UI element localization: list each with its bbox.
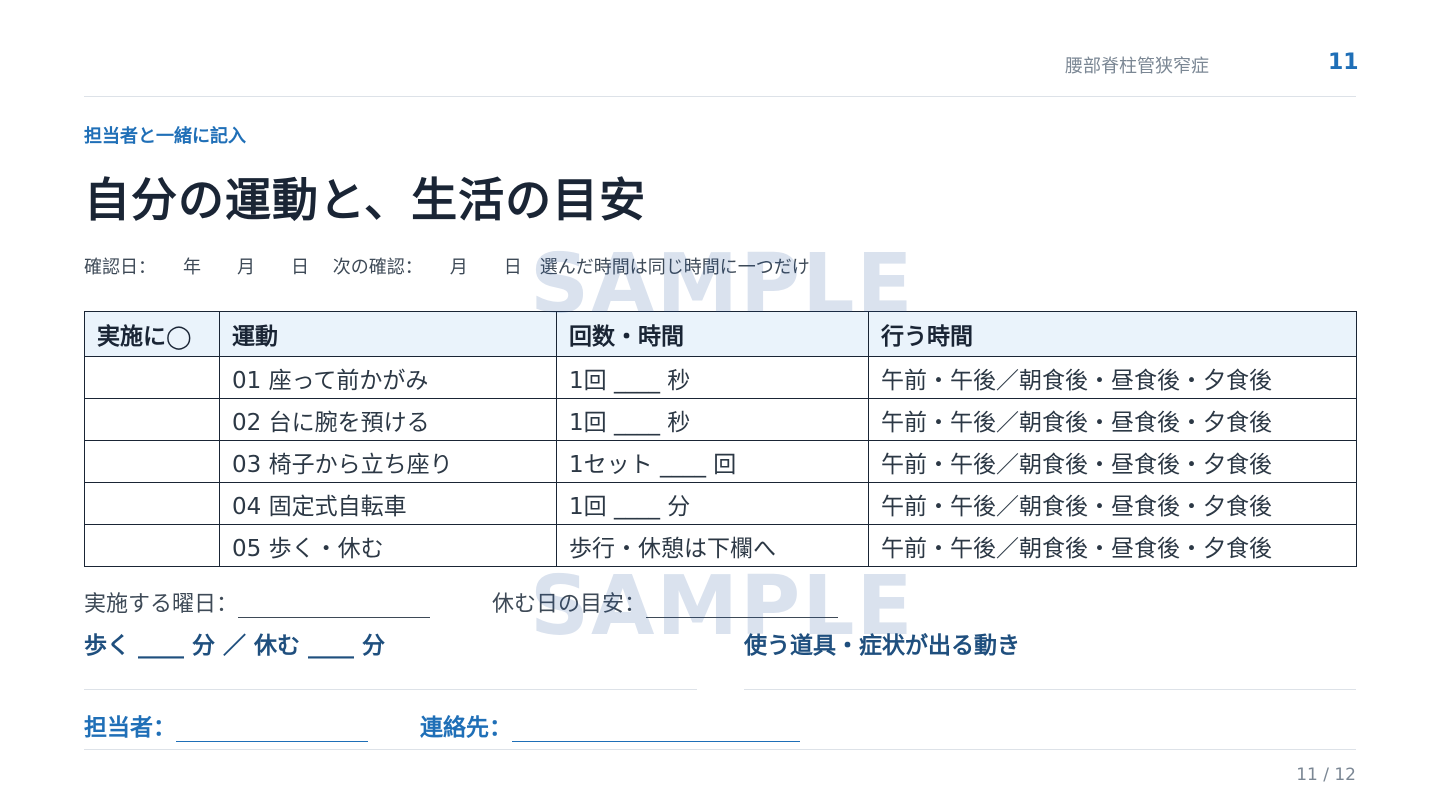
done-check-cell[interactable] bbox=[84, 524, 220, 567]
table-row: 05 歩く・休む 歩行・休憩は下欄へ 午前・午後／朝食後・昼食後・夕食後 bbox=[84, 524, 1357, 567]
count-time-cell[interactable]: 1回 ____ 秒 bbox=[556, 356, 869, 399]
timing-cell[interactable]: 午前・午後／朝食後・昼食後・夕食後 bbox=[868, 398, 1357, 441]
walk-rest-prompt: 歩く ____ 分 ／ 休む ____ 分 bbox=[84, 633, 386, 659]
rest-day-blank[interactable] bbox=[646, 593, 839, 618]
exercise-cell: 02 台に腕を預ける bbox=[219, 398, 557, 441]
exercise-cell: 01 座って前かがみ bbox=[219, 356, 557, 399]
staff-blank[interactable] bbox=[176, 715, 368, 742]
column-header-count-time: 回数・時間 bbox=[556, 311, 869, 357]
done-check-cell[interactable] bbox=[84, 482, 220, 525]
timing-cell[interactable]: 午前・午後／朝食後・昼食後・夕食後 bbox=[868, 356, 1357, 399]
exercise-cell: 04 固定式自転車 bbox=[219, 482, 557, 525]
table-row: 04 固定式自転車 1回 ____ 分 午前・午後／朝食後・昼食後・夕食後 bbox=[84, 482, 1357, 525]
page-title: 自分の運動と、生活の目安 bbox=[84, 173, 647, 227]
count-time-cell[interactable]: 1回 ____ 分 bbox=[556, 482, 869, 525]
tools-symptoms-prompt: 使う道具・症状が出る動き bbox=[744, 633, 1020, 659]
count-time-cell[interactable]: 1回 ____ 秒 bbox=[556, 398, 869, 441]
table-header-row: 実施に◯ 運動 回数・時間 行う時間 bbox=[84, 311, 1357, 357]
weekdays-blank[interactable] bbox=[238, 593, 431, 618]
column-header-timing: 行う時間 bbox=[868, 311, 1357, 357]
table-row: 02 台に腕を預ける 1回 ____ 秒 午前・午後／朝食後・昼食後・夕食後 bbox=[84, 398, 1357, 441]
pagination: 11 / 12 bbox=[1296, 765, 1356, 785]
done-check-cell[interactable] bbox=[84, 440, 220, 483]
header-divider bbox=[84, 96, 1356, 97]
weekdays-label: 実施する曜日： bbox=[84, 592, 239, 617]
done-check-cell[interactable] bbox=[84, 398, 220, 441]
page-number: 11 bbox=[1328, 50, 1359, 75]
weekdays-field: 実施する曜日： bbox=[84, 586, 431, 618]
contact-blank[interactable] bbox=[512, 715, 800, 742]
timing-cell[interactable]: 午前・午後／朝食後・昼食後・夕食後 bbox=[868, 482, 1357, 525]
staff-field: 担当者： bbox=[84, 708, 368, 742]
exercise-cell: 03 椅子から立ち座り bbox=[219, 440, 557, 483]
tools-answer-line[interactable] bbox=[744, 689, 1356, 690]
done-check-cell[interactable] bbox=[84, 356, 220, 399]
rest-day-field: 休む日の目安： bbox=[492, 586, 839, 618]
eyebrow-label: 担当者と一緒に記入 bbox=[84, 126, 246, 147]
table-row: 01 座って前かがみ 1回 ____ 秒 午前・午後／朝食後・昼食後・夕食後 bbox=[84, 356, 1357, 399]
count-time-cell[interactable]: 1セット ____ 回 bbox=[556, 440, 869, 483]
confirmation-date-line: 確認日： 年 月 日 次の確認： 月 日 選んだ時間は同じ時間に一つだけ bbox=[84, 257, 810, 278]
table-row: 03 椅子から立ち座り 1セット ____ 回 午前・午後／朝食後・昼食後・夕食… bbox=[84, 440, 1357, 483]
walk-rest-answer-line[interactable] bbox=[84, 689, 697, 690]
document-topic: 腰部脊柱管狭窄症 bbox=[1065, 56, 1209, 77]
exercise-cell: 05 歩く・休む bbox=[219, 524, 557, 567]
column-header-exercise: 運動 bbox=[219, 311, 557, 357]
staff-label: 担当者： bbox=[84, 715, 176, 741]
column-header-done: 実施に◯ bbox=[84, 311, 220, 357]
count-time-cell: 歩行・休憩は下欄へ bbox=[556, 524, 869, 567]
exercise-table: 実施に◯ 運動 回数・時間 行う時間 01 座って前かがみ 1回 ____ 秒 … bbox=[84, 311, 1357, 567]
footer-divider bbox=[84, 749, 1356, 750]
contact-label: 連絡先： bbox=[420, 715, 512, 741]
rest-day-label: 休む日の目安： bbox=[492, 592, 647, 617]
timing-cell[interactable]: 午前・午後／朝食後・昼食後・夕食後 bbox=[868, 440, 1357, 483]
timing-cell[interactable]: 午前・午後／朝食後・昼食後・夕食後 bbox=[868, 524, 1357, 567]
contact-field: 連絡先： bbox=[420, 708, 800, 742]
